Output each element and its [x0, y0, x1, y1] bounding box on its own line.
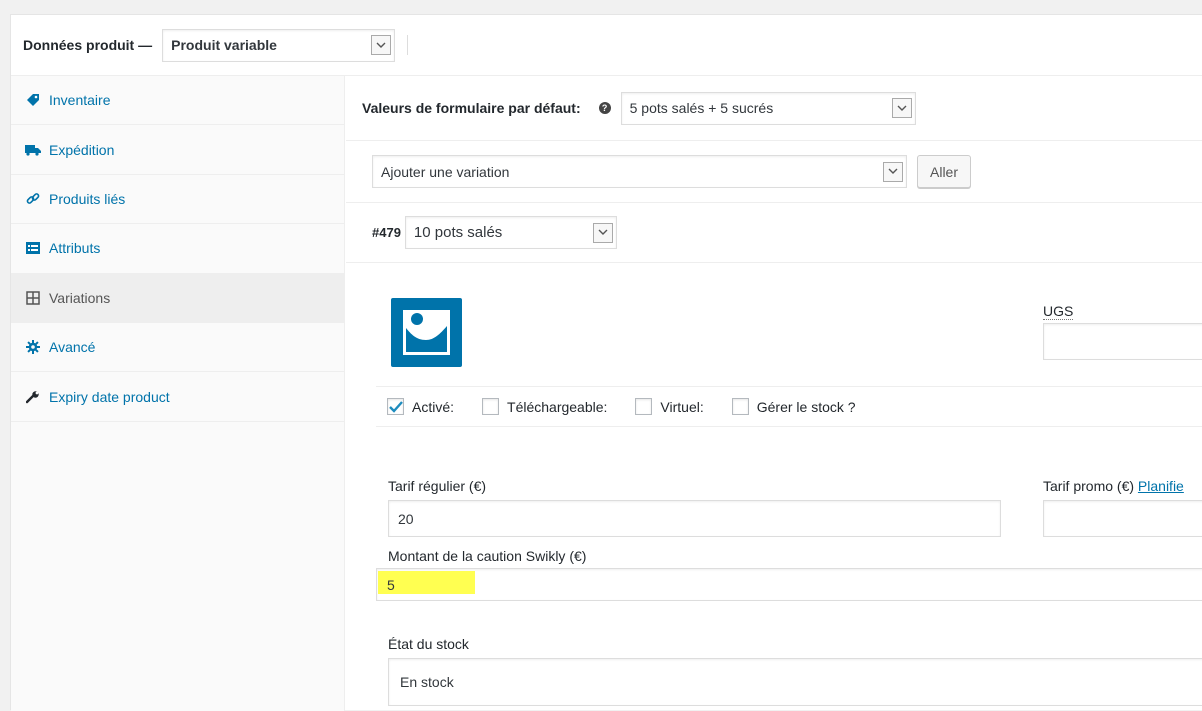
truck-icon: [25, 142, 41, 158]
add-variation-value: Ajouter une variation: [381, 163, 510, 180]
product-data-label: Données produit —: [23, 37, 153, 53]
enabled-checkbox[interactable]: [387, 398, 404, 415]
variation-id: #479: [372, 225, 401, 240]
virtual-label: Virtuel:: [660, 398, 704, 415]
grid-icon: [25, 290, 41, 306]
regular-price-label: Tarif régulier (€): [388, 478, 487, 494]
stock-status-label: État du stock: [388, 636, 469, 652]
default-variation-value: 5 pots salés + 5 sucrés: [629, 100, 774, 116]
chevron-down-icon[interactable]: [891, 98, 912, 118]
add-variation-row: Ajouter une variation Aller: [346, 141, 1202, 203]
tab-inventaire[interactable]: Inventaire: [11, 76, 344, 126]
tab-expiry-date-product[interactable]: Expiry date product: [11, 372, 344, 422]
variation-image-placeholder[interactable]: [391, 298, 462, 367]
help-icon[interactable]: ?: [598, 102, 611, 114]
go-button[interactable]: Aller: [917, 155, 972, 188]
chevron-down-icon[interactable]: [883, 161, 903, 182]
tab-attributs[interactable]: Attributs: [11, 224, 344, 274]
tab-label: Variations: [49, 289, 111, 306]
wrench-icon: [25, 389, 41, 405]
product-data-panel: Données produit — Produit variable Inven…: [10, 14, 1202, 711]
variation-header-row[interactable]: #479 10 pots salés: [346, 203, 1202, 263]
product-data-header: Données produit — Produit variable: [11, 15, 1202, 76]
product-data-tabs: Inventaire Expédition Produits liés Attr…: [11, 76, 345, 711]
manage-stock-checkbox[interactable]: [731, 398, 749, 415]
default-form-values-label: Valeurs de formulaire par défaut:: [362, 100, 581, 116]
stock-status-value: En stock: [400, 674, 454, 690]
deposit-amount-value: 5: [387, 576, 395, 593]
tab-label: Avancé: [49, 339, 96, 356]
header-divider: [407, 35, 409, 55]
schedule-sale-link[interactable]: Planifie: [1138, 478, 1184, 494]
tab-avance[interactable]: Avancé: [11, 323, 344, 373]
sale-price-label-text: Tarif promo (€): [1043, 478, 1135, 494]
chevron-down-icon[interactable]: [592, 222, 613, 243]
default-variation-select[interactable]: 5 pots salés + 5 sucrés: [620, 91, 916, 125]
chevron-down-icon[interactable]: [371, 35, 392, 55]
sale-price-label: Tarif promo (€) Planifie: [1043, 478, 1184, 494]
deposit-amount-input[interactable]: 5: [376, 568, 1202, 601]
tab-expedition[interactable]: Expédition: [11, 125, 344, 175]
sale-price-input[interactable]: [1043, 500, 1202, 537]
ugs-label: UGS: [1043, 303, 1074, 320]
tab-label: Attributs: [49, 240, 101, 257]
tab-label: Expédition: [49, 141, 115, 158]
downloadable-label: Téléchargeable:: [507, 398, 608, 415]
list-icon: [25, 240, 41, 256]
stock-status-select[interactable]: En stock: [388, 658, 1202, 706]
product-type-value: Produit variable: [171, 37, 277, 53]
ugs-input[interactable]: [1043, 323, 1202, 360]
gear-icon: [25, 339, 41, 355]
tab-variations[interactable]: Variations: [11, 273, 344, 323]
product-type-select[interactable]: Produit variable: [162, 28, 396, 62]
link-icon: [25, 191, 41, 207]
regular-price-input[interactable]: 20: [388, 500, 1001, 537]
variation-attribute-select[interactable]: 10 pots salés: [404, 216, 617, 249]
variations-panel: Valeurs de formulaire par défaut: ? 5 po…: [346, 76, 1202, 710]
virtual-checkbox[interactable]: [635, 398, 653, 415]
default-form-values-row: Valeurs de formulaire par défaut: ? 5 po…: [346, 76, 1202, 141]
tab-label: Expiry date product: [49, 388, 170, 405]
tab-produits-lies[interactable]: Produits liés: [11, 175, 344, 225]
manage-stock-label: Gérer le stock ?: [756, 398, 856, 415]
tag-icon: [25, 92, 41, 108]
variation-attribute-value: 10 pots salés: [413, 224, 503, 241]
tab-label: Inventaire: [49, 92, 111, 109]
variation-details: UGS Activé: Téléchargeable: Virtuel: Gér…: [346, 263, 1202, 710]
deposit-amount-label: Montant de la caution Swikly (€): [388, 548, 587, 564]
regular-price-value: 20: [398, 510, 414, 527]
variation-options: Activé: Téléchargeable: Virtuel: Gérer l…: [376, 386, 1202, 427]
tab-label: Produits liés: [49, 190, 126, 207]
downloadable-checkbox[interactable]: [482, 398, 500, 415]
add-variation-select[interactable]: Ajouter une variation: [372, 155, 907, 188]
enabled-label: Activé:: [412, 398, 455, 415]
